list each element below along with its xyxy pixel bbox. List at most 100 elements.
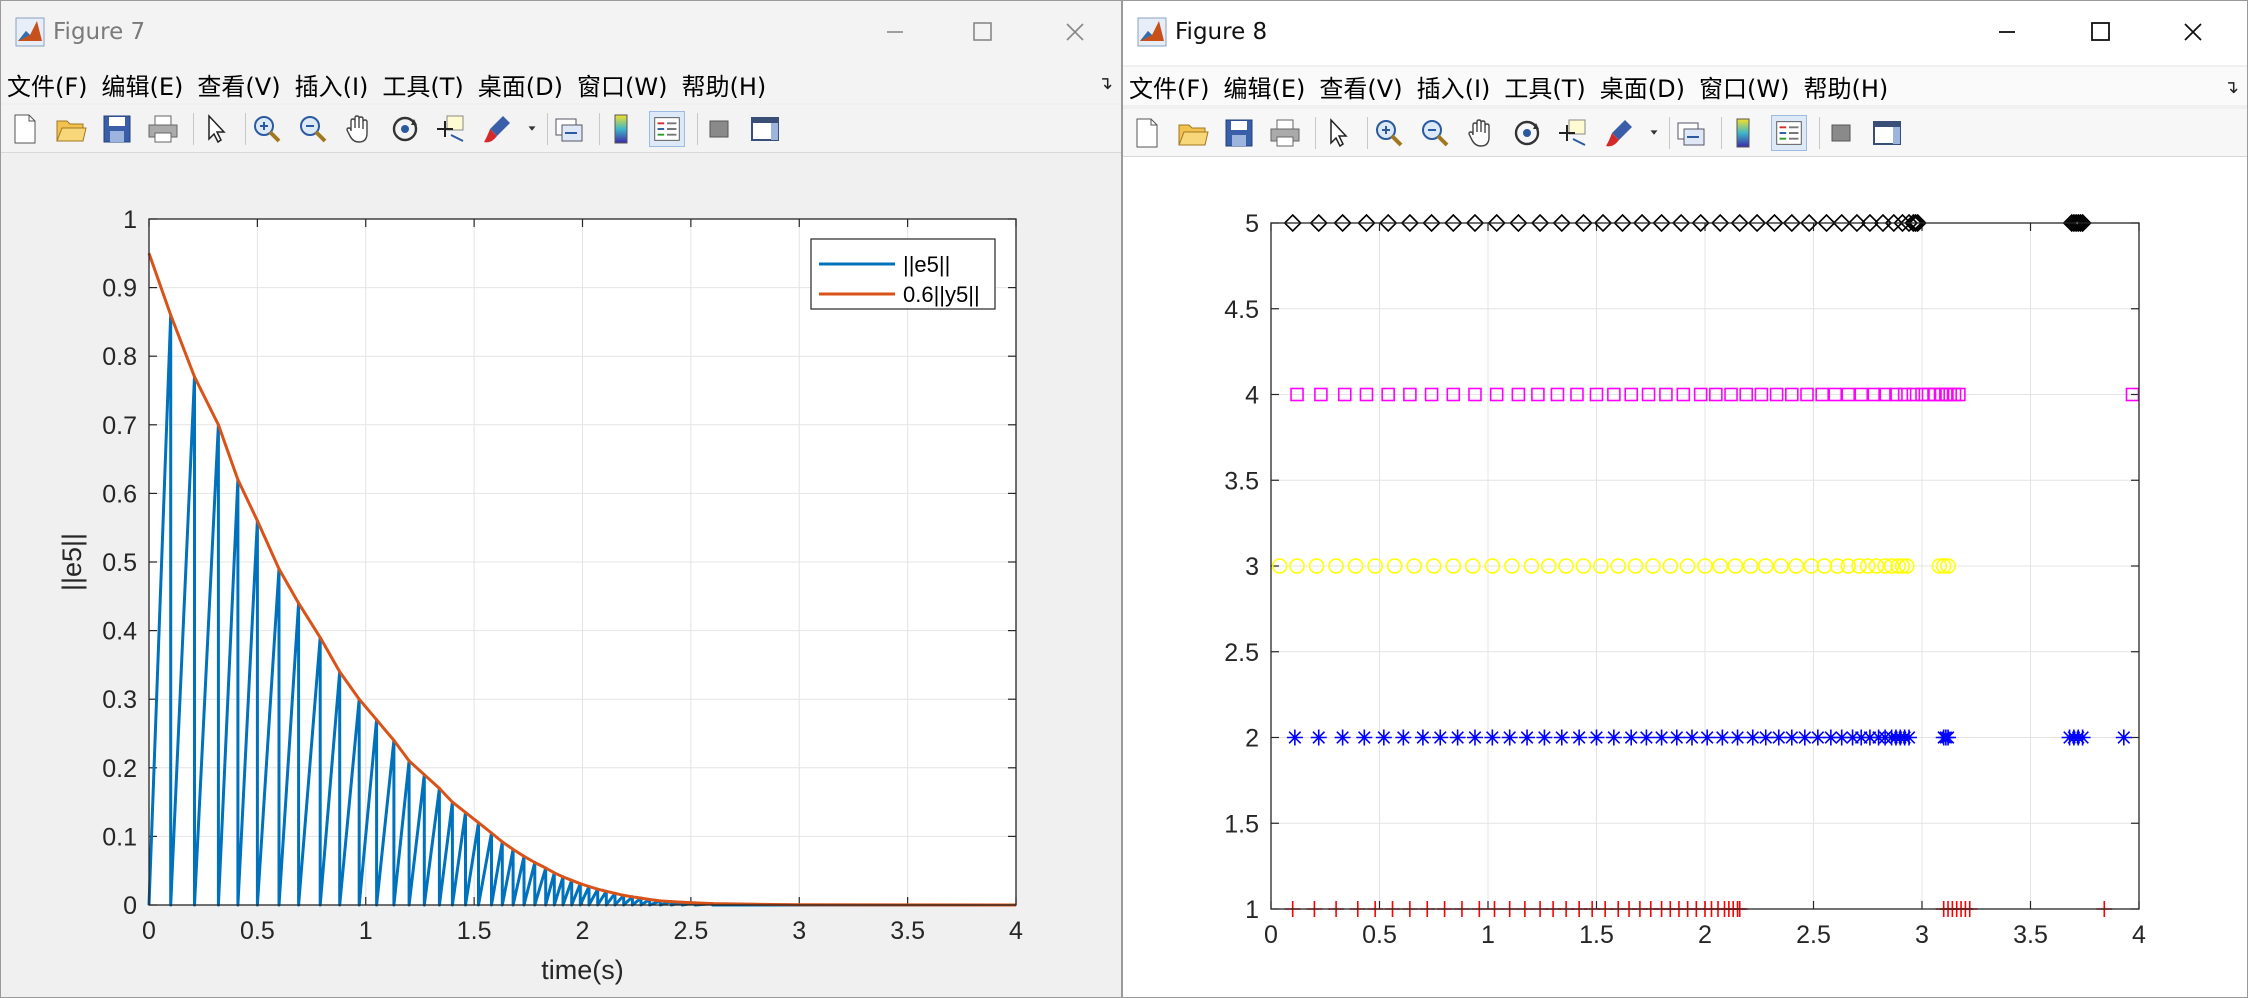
- show-plot-tools-button[interactable]: [1869, 115, 1905, 151]
- x-tick-label: 0.5: [1362, 921, 1397, 949]
- pan-hand-icon: [1468, 119, 1490, 147]
- legend-button[interactable]: [1771, 115, 1807, 151]
- menu-file[interactable]: 文件(F): [7, 67, 88, 102]
- menu-window[interactable]: 窗口(W): [577, 67, 667, 102]
- zoom-in-button[interactable]: [249, 111, 285, 147]
- pointer-button[interactable]: [197, 111, 233, 147]
- pan-hand-button[interactable]: [1463, 115, 1499, 151]
- show-plot-tools-button[interactable]: [747, 111, 783, 147]
- y-tick-label: 0.6: [102, 480, 137, 508]
- undock-arrow-icon[interactable]: ↴: [2224, 77, 2239, 98]
- new-file-button[interactable]: [1129, 115, 1165, 151]
- zoom-out-button[interactable]: [295, 111, 331, 147]
- menu-desktop[interactable]: 桌面(D): [478, 67, 563, 102]
- x-tick-label: 0.5: [240, 917, 275, 945]
- menu-tools[interactable]: 工具(T): [382, 67, 463, 102]
- print-button[interactable]: [1267, 115, 1303, 151]
- y-axis-label: ||e5||: [57, 533, 87, 591]
- scatter-point-asterisk: [1605, 729, 1622, 746]
- scatter-point-asterisk: [1714, 729, 1731, 746]
- figure7-window[interactable]: Figure 7 文件(F) 编辑(E) 查看(V) 插入(I) 工具(T) 桌…: [0, 0, 1122, 998]
- toolbar-separator: [245, 113, 246, 145]
- print-button[interactable]: [145, 111, 181, 147]
- scatter-point-asterisk: [1449, 729, 1466, 746]
- menu-tools[interactable]: 工具(T): [1504, 69, 1585, 104]
- show-plot-tools-icon: [1873, 121, 1901, 145]
- figure7-axes[interactable]: 0 0.5 1 1.5 2 2.5 3 3.5 4 0 0.1 0.2 0.3 0.4 0.5 0.6 0.7 0…: [1, 153, 1122, 998]
- pointer-button[interactable]: [1319, 115, 1355, 151]
- new-file-icon: [14, 114, 36, 144]
- legend-button[interactable]: [649, 111, 685, 147]
- x-tick-label: 0: [1264, 921, 1278, 949]
- hide-plot-tools-button[interactable]: [1823, 115, 1859, 151]
- open-folder-button[interactable]: [53, 111, 89, 147]
- pointer-icon: [1330, 118, 1348, 148]
- undock-arrow-icon[interactable]: ↴: [1098, 73, 1113, 94]
- scatter-point-asterisk: [1623, 729, 1640, 746]
- colorbar-button[interactable]: [1725, 115, 1761, 151]
- menu-desktop[interactable]: 桌面(D): [1600, 69, 1685, 104]
- y-tick-label: 0: [123, 892, 137, 920]
- toolbar-separator: [1819, 117, 1820, 149]
- menu-window[interactable]: 窗口(W): [1699, 69, 1789, 104]
- figure8-titlebar[interactable]: Figure 8: [1123, 1, 2247, 65]
- open-folder-button[interactable]: [1175, 115, 1211, 151]
- y-tick-label: 2: [1245, 725, 1259, 753]
- dropdown-arrow-icon: [528, 126, 536, 131]
- colorbar-icon: [614, 114, 628, 144]
- maximize-button[interactable]: [2055, 1, 2147, 63]
- legend-icon: [1776, 121, 1802, 145]
- save-icon: [1225, 119, 1253, 147]
- link-axes-button[interactable]: [1673, 115, 1709, 151]
- maximize-button[interactable]: [937, 1, 1029, 63]
- menu-edit[interactable]: 编辑(E): [1224, 69, 1306, 104]
- x-tick-label: 1: [1481, 921, 1495, 949]
- save-button[interactable]: [1221, 115, 1257, 151]
- hide-plot-tools-button[interactable]: [701, 111, 737, 147]
- menu-help[interactable]: 帮助(H): [681, 67, 766, 102]
- new-file-button[interactable]: [7, 111, 43, 147]
- data-cursor-icon: [437, 115, 464, 142]
- scatter-point-asterisk: [2074, 729, 2091, 746]
- maximize-icon: [2091, 22, 2110, 41]
- minimize-button[interactable]: [849, 1, 941, 63]
- dropdown-arrow-button[interactable]: [525, 111, 539, 147]
- menu-insert[interactable]: 插入(I): [295, 67, 369, 102]
- menu-view[interactable]: 查看(V): [1319, 69, 1402, 104]
- x-tick-label: 4: [1009, 917, 1023, 945]
- colorbar-button[interactable]: [603, 111, 639, 147]
- brush-button[interactable]: [1601, 115, 1637, 151]
- brush-button[interactable]: [479, 111, 515, 147]
- x-tick-label: 2.5: [673, 917, 708, 945]
- zoom-out-button[interactable]: [1417, 115, 1453, 151]
- figure8-window[interactable]: Figure 8 文件(F) 编辑(E) 查看(V) 插入(I) 工具(T) 桌…: [1122, 0, 2248, 998]
- data-cursor-button[interactable]: [433, 111, 469, 147]
- figure8-canvas[interactable]: 0 0.5 1 1.5 2 2.5 3 3.5 4 1 1.5 2 2.5 3 3.5 4 4.5 5: [1123, 157, 2247, 997]
- menu-help[interactable]: 帮助(H): [1803, 69, 1888, 104]
- maximize-icon: [973, 22, 992, 41]
- minimize-button[interactable]: [1961, 1, 2053, 63]
- save-button[interactable]: [99, 111, 135, 147]
- figure7-canvas[interactable]: 0 0.5 1 1.5 2 2.5 3 3.5 4 0 0.1 0.2 0.3 0.4 0.5 0.6 0.7 0…: [1, 153, 1121, 997]
- link-axes-button[interactable]: [551, 111, 587, 147]
- legend[interactable]: ||e5|| 0.6||y5||: [810, 238, 996, 310]
- menu-view[interactable]: 查看(V): [197, 67, 280, 102]
- dropdown-arrow-button[interactable]: [1647, 115, 1661, 151]
- data-cursor-button[interactable]: [1555, 115, 1591, 151]
- y-tick-label: 3.5: [1224, 467, 1259, 495]
- menu-insert[interactable]: 插入(I): [1417, 69, 1491, 104]
- y-tick-label: 4: [1245, 382, 1259, 410]
- zoom-in-button[interactable]: [1371, 115, 1407, 151]
- x-tick-label: 3.5: [890, 917, 925, 945]
- figure8-axes[interactable]: 0 0.5 1 1.5 2 2.5 3 3.5 4 1 1.5 2 2.5 3 3.5 4 4.5 5: [1123, 157, 2248, 998]
- rotate-3d-button[interactable]: [387, 111, 423, 147]
- menu-edit[interactable]: 编辑(E): [102, 67, 184, 102]
- figure7-titlebar[interactable]: Figure 7: [1, 1, 1121, 65]
- close-button[interactable]: [1029, 1, 1121, 63]
- scatter-point-asterisk: [1395, 729, 1412, 746]
- menu-file[interactable]: 文件(F): [1129, 69, 1210, 104]
- scatter-point-asterisk: [1729, 729, 1746, 746]
- pan-hand-button[interactable]: [341, 111, 377, 147]
- close-button[interactable]: [2147, 1, 2239, 63]
- rotate-3d-button[interactable]: [1509, 115, 1545, 151]
